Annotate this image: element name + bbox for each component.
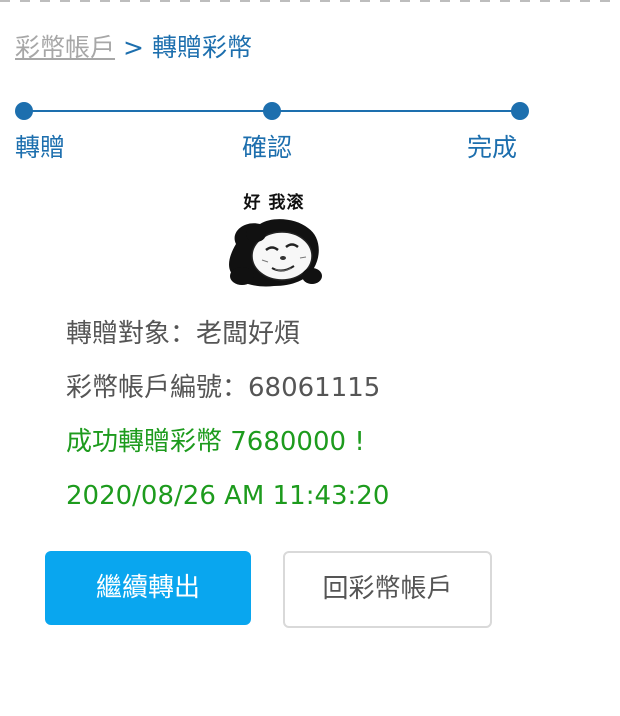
- account-number-text: 彩幣帳戶編號：68061115: [66, 373, 381, 403]
- top-dashed-divider: [0, 0, 620, 2]
- panda-meme-sticker: 好 我滚: [222, 188, 326, 294]
- breadcrumb: 彩幣帳戶 > 轉贈彩幣: [15, 30, 252, 66]
- transfer-timestamp: 2020/08/26 AM 11:43:20: [66, 481, 390, 511]
- panda-face-icon: [229, 219, 322, 287]
- back-to-account-button[interactable]: 回彩幣帳戶: [283, 551, 492, 628]
- step-dot-complete: [511, 102, 529, 120]
- step-label-transfer: 轉贈: [15, 133, 66, 162]
- continue-transfer-button[interactable]: 繼續轉出: [45, 551, 251, 625]
- step-dot-transfer: [15, 102, 33, 120]
- progress-stepper: 轉贈 確認 完成: [0, 96, 620, 176]
- breadcrumb-link-account[interactable]: 彩幣帳戶: [15, 33, 115, 62]
- recipient-text: 轉贈對象：老闆好煩: [66, 319, 301, 349]
- step-label-confirm: 確認: [242, 133, 293, 162]
- step-label-complete: 完成: [467, 133, 518, 162]
- step-dot-confirm: [263, 102, 281, 120]
- sticker-caption: 好 我滚: [243, 193, 305, 213]
- breadcrumb-separator: >: [123, 33, 144, 62]
- breadcrumb-current: 轉贈彩幣: [151, 33, 252, 62]
- success-message: 成功轉贈彩幣 7680000 !: [66, 427, 365, 457]
